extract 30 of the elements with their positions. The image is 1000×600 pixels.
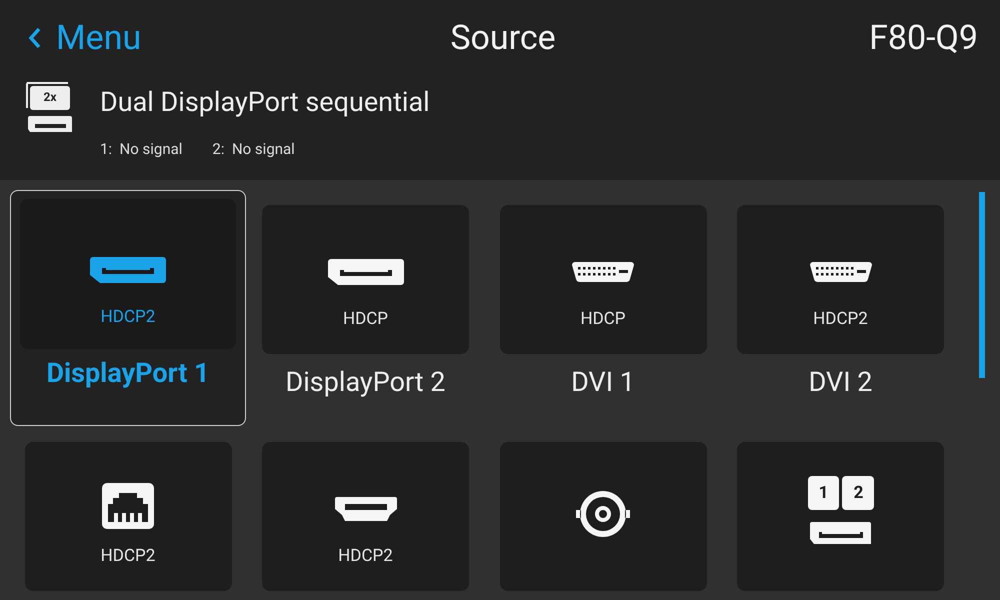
dvi-icon bbox=[572, 262, 634, 282]
hdcp-label: HDCP2 bbox=[100, 546, 156, 566]
port-number: 1 bbox=[818, 482, 830, 505]
displayport-icon bbox=[328, 259, 404, 285]
hdcp-label: HDCP2 bbox=[338, 546, 393, 566]
dual-port-icon bbox=[806, 474, 876, 546]
back-button[interactable]: Menu bbox=[28, 18, 142, 58]
signal-status: 1: No signal bbox=[100, 140, 182, 158]
source-tile[interactable]: HDCP2 DisplayPort 1 bbox=[10, 190, 246, 426]
chevron-left-icon bbox=[28, 27, 42, 49]
port-number: 2 bbox=[852, 482, 864, 505]
dual-input-icon bbox=[24, 82, 74, 134]
source-label: DVI 2 bbox=[808, 366, 872, 398]
hdcp-label: HDCP2 bbox=[813, 309, 868, 329]
hdcp-label: HDCP2 bbox=[100, 307, 156, 327]
dvi-icon bbox=[810, 262, 872, 282]
signal-status: 2: No signal bbox=[212, 140, 295, 158]
displayport-icon bbox=[90, 257, 166, 283]
badge-text: 2x bbox=[42, 89, 58, 106]
source-label: DisplayPort 2 bbox=[286, 366, 446, 398]
screen-title: Source bbox=[450, 18, 556, 58]
source-label: DVI 1 bbox=[571, 366, 635, 398]
source-label: DisplayPort 1 bbox=[46, 357, 210, 389]
network-port-icon bbox=[102, 483, 154, 529]
device-name: F80-Q9 bbox=[869, 18, 978, 58]
hdmi-icon bbox=[334, 497, 396, 521]
hdcp-label: HDCP bbox=[580, 309, 626, 329]
source-name: Dual DisplayPort sequential bbox=[100, 86, 430, 118]
hdcp-label: HDCP bbox=[342, 309, 388, 329]
bnc-connector-icon bbox=[576, 490, 630, 538]
